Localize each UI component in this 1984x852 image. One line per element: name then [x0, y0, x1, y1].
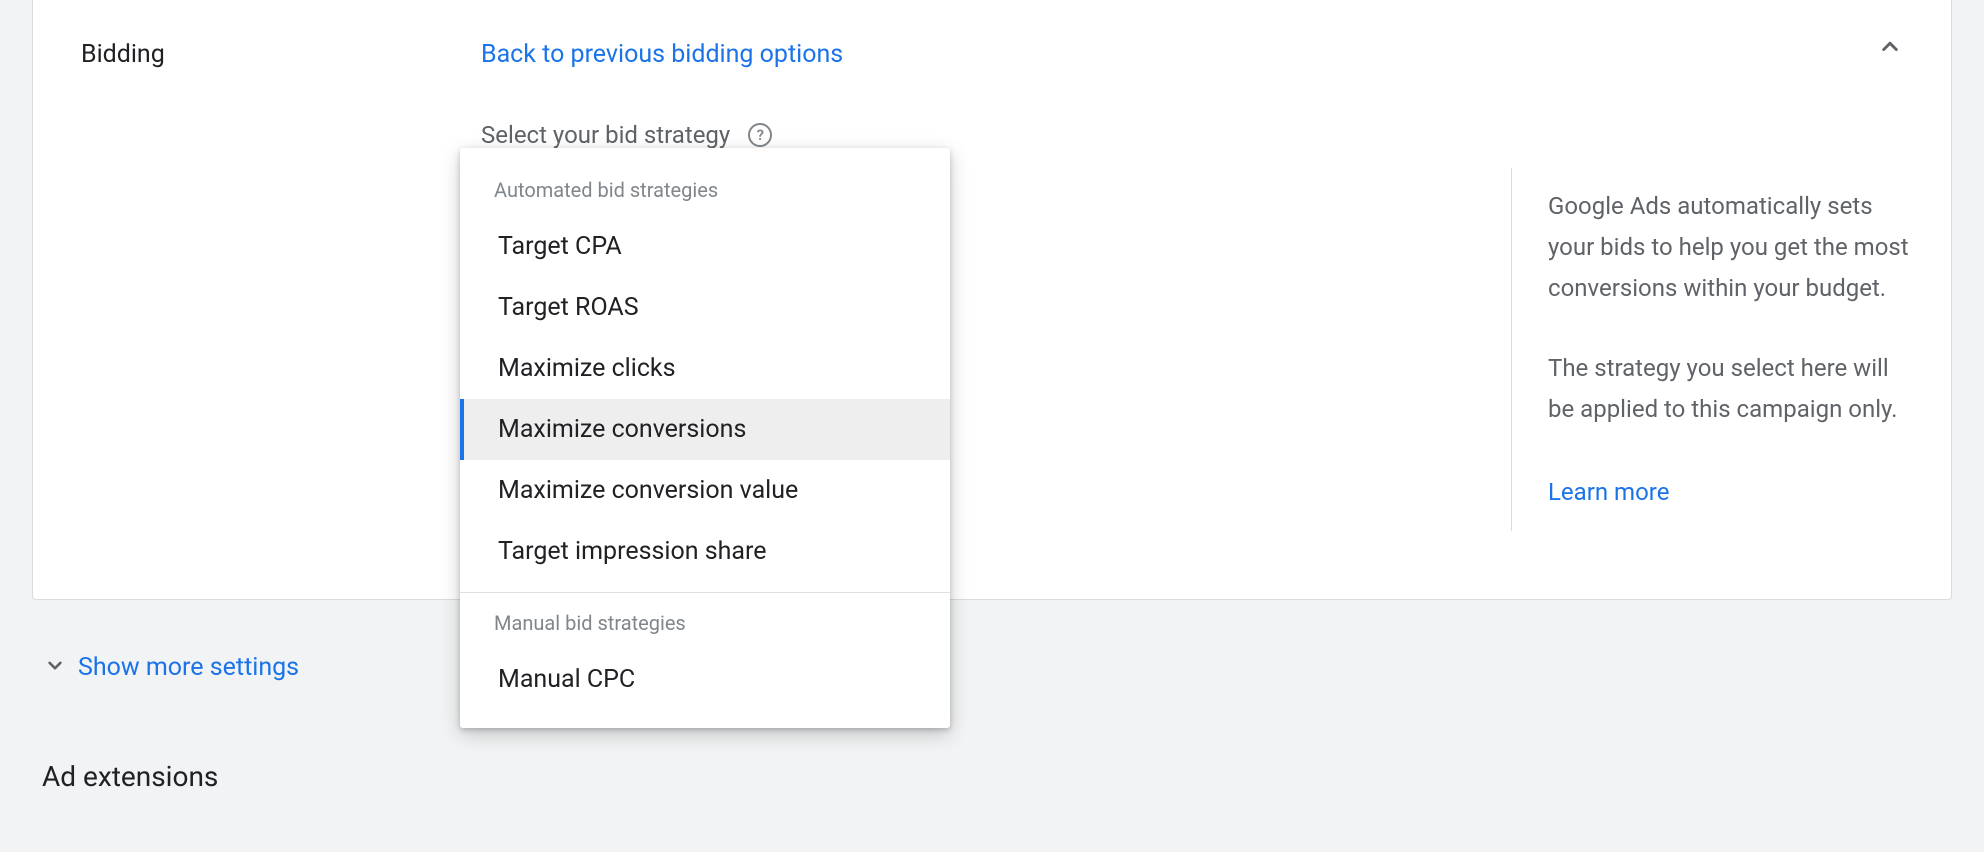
info-panel: Google Ads automatically sets your bids … — [1511, 168, 1911, 531]
chevron-up-icon — [1875, 32, 1905, 62]
section-title: Bidding — [81, 28, 481, 549]
chevron-down-icon — [42, 652, 68, 682]
bidding-card: Bidding Back to previous bidding options… — [32, 0, 1952, 600]
show-more-settings-label: Show more settings — [78, 653, 299, 682]
info-paragraph-2: The strategy you select here will be app… — [1548, 348, 1911, 430]
help-icon[interactable]: ? — [748, 123, 772, 147]
ad-extensions-heading: Ad extensions — [32, 682, 1952, 793]
select-strategy-label: Select your bid strategy — [481, 121, 730, 149]
dropdown-item-manual-cpc[interactable]: Manual CPC — [460, 649, 950, 710]
select-strategy-label-row: Select your bid strategy ? — [481, 121, 1511, 149]
dropdown-item-target-cpa[interactable]: Target CPA — [460, 216, 950, 277]
info-paragraph-1: Google Ads automatically sets your bids … — [1548, 186, 1911, 308]
bid-strategy-dropdown[interactable]: Automated bid strategies Target CPA Targ… — [460, 148, 950, 728]
dropdown-item-maximize-conversions[interactable]: Maximize conversions — [460, 399, 950, 460]
back-to-previous-link[interactable]: Back to previous bidding options — [481, 40, 843, 69]
dropdown-item-maximize-clicks[interactable]: Maximize clicks — [460, 338, 950, 399]
dropdown-item-target-roas[interactable]: Target ROAS — [460, 277, 950, 338]
dropdown-item-maximize-conversion-value[interactable]: Maximize conversion value — [460, 460, 950, 521]
show-more-settings-toggle[interactable]: Show more settings — [32, 628, 1952, 682]
dropdown-group-automated: Automated bid strategies — [460, 160, 950, 216]
dropdown-item-target-impression-share[interactable]: Target impression share — [460, 521, 950, 582]
learn-more-link[interactable]: Learn more — [1548, 472, 1669, 513]
dropdown-group-manual: Manual bid strategies — [460, 593, 950, 649]
collapse-section-button[interactable] — [1875, 32, 1905, 62]
